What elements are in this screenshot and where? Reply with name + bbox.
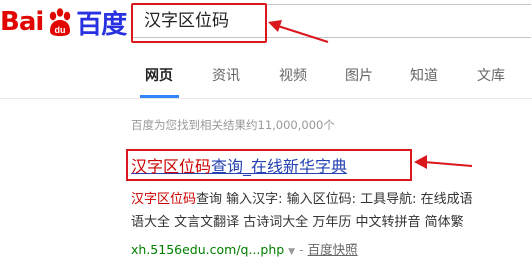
annotation-arrow-result — [414, 155, 473, 169]
result-snippet-line-2: 语大全 文言文翻译 古诗词大全 万年历 中文转拼音 简体繁 — [131, 215, 464, 230]
active-tab-indicator — [140, 95, 179, 98]
logo-text-right: 百度 — [76, 9, 127, 40]
snippet-rest: 查询 输入汉字: 输入区位码: 工具导航: 在线成语 — [196, 192, 473, 207]
result-url[interactable]: xh.5156edu.com/q...php — [131, 242, 284, 257]
result-snippet-line-1: 汉字区位码查询 输入汉字: 输入区位码: 工具导航: 在线成语 — [131, 188, 473, 207]
tab-zhidao[interactable]: 知道 — [410, 65, 438, 85]
tabs-bar: 网页 资讯 视频 图片 知道 文库 — [0, 48, 532, 99]
tab-web[interactable]: 网页 — [145, 65, 173, 85]
tab-images[interactable]: 图片 — [345, 65, 373, 85]
logo-text-left: Bai — [0, 7, 44, 37]
result-count: 百度为您找到相关结果约11,000,000个 — [131, 118, 335, 132]
url-separator: - — [299, 242, 304, 257]
annotation-arrow-top — [268, 20, 329, 43]
tab-news[interactable]: 资讯 — [212, 65, 240, 85]
title-annotation-box — [126, 149, 412, 181]
paw-icon: du — [45, 7, 75, 37]
snippet-highlight: 汉字区位码 — [131, 192, 197, 207]
baidu-logo[interactable]: Bai du 百度 — [0, 4, 127, 40]
tab-wenku[interactable]: 文库 — [477, 65, 505, 85]
result-url-line: xh.5156edu.com/q...php ▼ - 百度快照 — [131, 239, 358, 258]
tab-video[interactable]: 视频 — [279, 65, 307, 85]
paw-text: du — [55, 25, 66, 35]
query-annotation-box — [131, 3, 267, 43]
snapshot-link[interactable]: 百度快照 — [308, 242, 358, 257]
url-dropdown-icon[interactable]: ▼ — [288, 247, 295, 257]
